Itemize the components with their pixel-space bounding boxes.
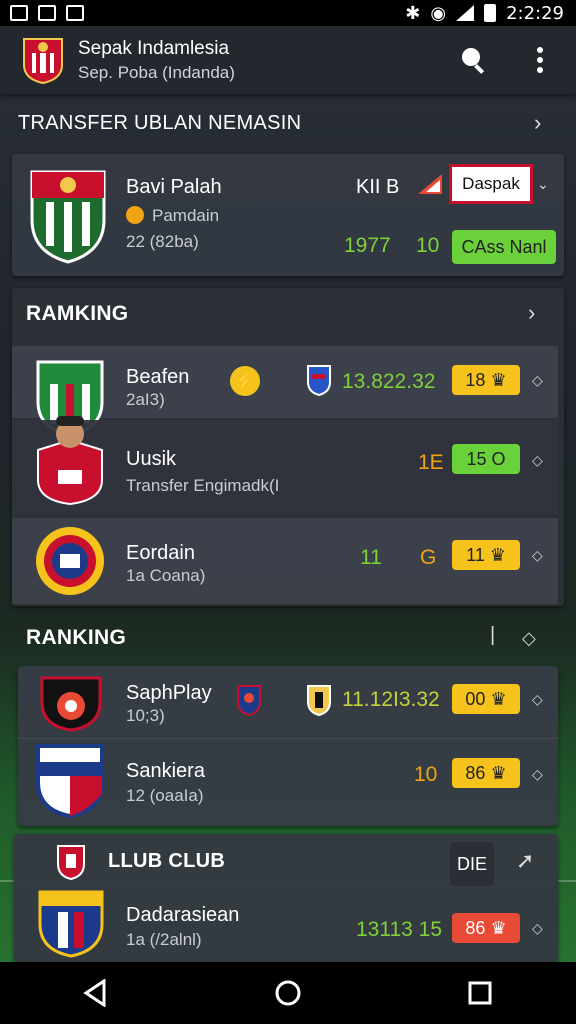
club-crest bbox=[307, 365, 331, 396]
row-value: 11.12I3.32 bbox=[342, 688, 440, 711]
notification-icon bbox=[10, 5, 28, 21]
shirt-icon: ♛ bbox=[490, 762, 507, 783]
player-detail: 22 (82ba) bbox=[126, 232, 199, 251]
bluetooth-icon: ✱ bbox=[405, 2, 421, 24]
row-name: Sankiera bbox=[126, 760, 205, 782]
club-crest bbox=[57, 845, 85, 880]
diamond-icon[interactable]: ◇ bbox=[532, 452, 543, 469]
row-divider bbox=[18, 738, 558, 739]
row-name: Dadarasiean bbox=[126, 904, 240, 926]
coin-icon bbox=[126, 206, 144, 224]
row-value-secondary: G bbox=[420, 546, 437, 569]
player-position: Pamdain bbox=[152, 206, 220, 225]
diamond-icon[interactable]: ◇ bbox=[522, 628, 536, 649]
diamond-icon[interactable]: ◇ bbox=[532, 920, 543, 937]
back-icon[interactable] bbox=[82, 979, 110, 1007]
row-sub: 1a Coana) bbox=[126, 566, 206, 585]
notification-icon bbox=[38, 5, 56, 21]
club-code: KII B bbox=[356, 176, 400, 198]
flag-icon bbox=[418, 174, 442, 194]
club-dropdown[interactable]: Daspak bbox=[449, 164, 533, 204]
home-icon[interactable] bbox=[274, 979, 302, 1007]
transfer-number: 10 bbox=[416, 234, 440, 257]
row-badge[interactable]: 18 ♛ bbox=[452, 365, 520, 395]
app-title: Sepak Indamlesia bbox=[78, 37, 230, 59]
row-value: 10 bbox=[414, 763, 438, 786]
row-badge[interactable]: 15 O bbox=[452, 444, 520, 474]
arrow-icon[interactable]: ➚ bbox=[516, 848, 534, 874]
row-sub: 12 (oaaIa) bbox=[126, 786, 204, 805]
badge-value: 86 bbox=[465, 917, 486, 938]
row-name: Eordain bbox=[126, 542, 195, 564]
club-crest bbox=[307, 685, 331, 716]
row-sub: 10;3) bbox=[126, 706, 165, 725]
recents-icon[interactable] bbox=[466, 979, 494, 1007]
club-crest bbox=[38, 890, 104, 958]
diamond-icon[interactable]: ◇ bbox=[532, 372, 543, 389]
more-vert-icon bbox=[537, 47, 543, 73]
club-crest bbox=[36, 744, 104, 818]
player-name: Bavi Palah bbox=[126, 176, 222, 198]
row-name: Beafen bbox=[126, 366, 190, 388]
club-crest bbox=[237, 685, 261, 716]
transfer-section-title: TRANSFER UBLAN NEMASIN bbox=[18, 112, 302, 134]
ranking-title: RANKING bbox=[26, 626, 127, 649]
action-button[interactable]: CAss Nanl bbox=[452, 230, 556, 264]
shirt-icon: ♛ bbox=[490, 369, 507, 390]
clock: 2:2:29 bbox=[506, 2, 564, 24]
search-icon bbox=[462, 48, 485, 74]
badge-value: 18 bbox=[465, 369, 486, 390]
chevron-down-icon[interactable]: ⌄ bbox=[537, 176, 549, 193]
circle-icon: O bbox=[491, 448, 506, 469]
club-button[interactable]: DIE bbox=[450, 842, 494, 886]
chevron-right-icon[interactable]: › bbox=[528, 300, 535, 326]
club-crest bbox=[30, 170, 106, 264]
navigation-bar bbox=[0, 962, 576, 1024]
app-logo bbox=[23, 38, 63, 85]
row-name: SaphPlay bbox=[126, 682, 212, 704]
badge-value: 86 bbox=[465, 762, 486, 783]
diamond-icon[interactable]: ◇ bbox=[532, 547, 543, 564]
status-bar: ✱ ◉ 2:2:29 bbox=[0, 0, 576, 26]
app-subtitle: Sep. Poba (Indanda) bbox=[78, 62, 235, 82]
badge-value: 15 bbox=[466, 448, 487, 469]
search-button[interactable] bbox=[456, 42, 492, 78]
diamond-icon[interactable]: ◇ bbox=[532, 766, 543, 783]
row-sub: 1a (/2alnl) bbox=[126, 930, 202, 949]
row-sub: 2aI3) bbox=[126, 390, 165, 409]
sport-icon: ⚡ bbox=[230, 366, 260, 396]
app-bar: Sepak Indamlesia Sep. Poba (Indanda) bbox=[0, 26, 576, 94]
row-sub: Transfer Engimadk(I bbox=[126, 476, 280, 495]
badge-value: 00 bbox=[465, 688, 486, 709]
shirt-icon: ♛ bbox=[489, 544, 506, 565]
shirt-icon: ♛ bbox=[490, 688, 507, 709]
more-button[interactable] bbox=[522, 42, 558, 78]
battery-icon bbox=[484, 4, 497, 22]
club-title: LLUB CLUB bbox=[108, 850, 226, 872]
row-value: 13.822.32 bbox=[342, 370, 436, 393]
image-icon bbox=[66, 5, 84, 21]
row-value: 11 bbox=[360, 546, 382, 569]
shirt-icon: ♛ bbox=[490, 917, 507, 938]
transfer-year: 1977 bbox=[344, 234, 391, 257]
row-badge[interactable]: 11 ♛ bbox=[452, 540, 520, 570]
row-badge[interactable]: 86 ♛ bbox=[452, 913, 520, 943]
row-name: Uusik bbox=[126, 448, 177, 470]
row-badge[interactable]: 00 ♛ bbox=[452, 684, 520, 714]
divider-icon: | bbox=[490, 624, 496, 646]
ranking-title: RAMKING bbox=[26, 302, 129, 325]
club-crest bbox=[40, 676, 102, 732]
chevron-right-icon[interactable]: › bbox=[534, 110, 541, 136]
row-badge[interactable]: 86 ♛ bbox=[452, 758, 520, 788]
diamond-icon[interactable]: ◇ bbox=[532, 691, 543, 708]
row-value: 13113 15 bbox=[356, 918, 443, 941]
wifi-icon: ◉ bbox=[430, 2, 447, 24]
badge-value: 11 bbox=[466, 544, 485, 565]
signal-icon bbox=[456, 5, 475, 21]
club-crest bbox=[36, 527, 104, 595]
player-avatar bbox=[37, 416, 103, 506]
row-value: 1E bbox=[418, 451, 444, 474]
